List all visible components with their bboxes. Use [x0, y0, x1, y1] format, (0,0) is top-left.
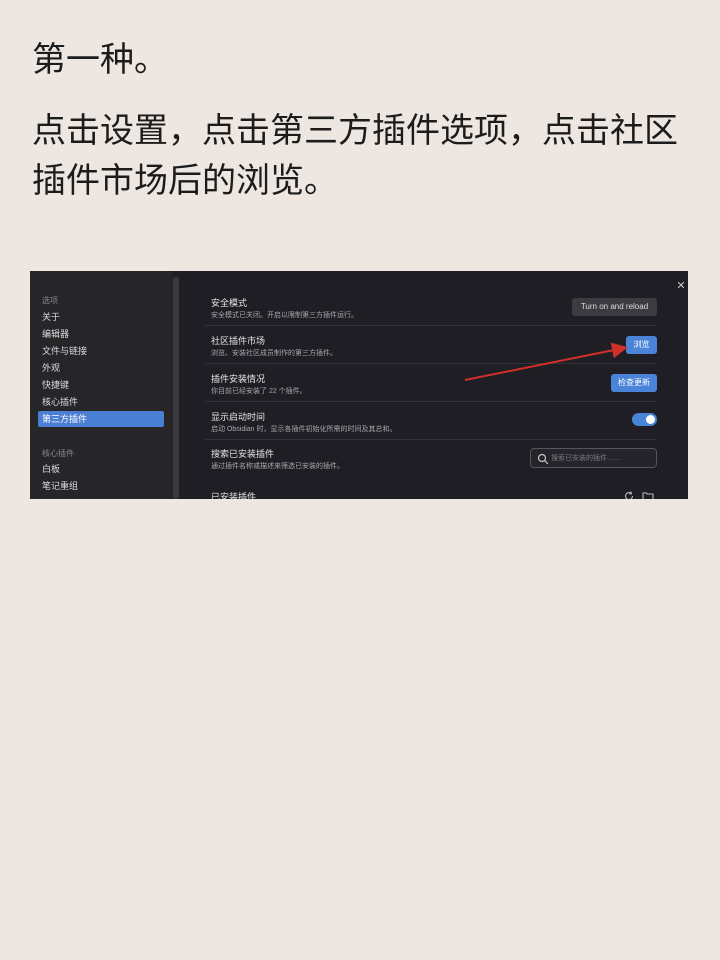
annotation-arrow [464, 342, 628, 381]
instruction-text: 点击设置，点击第三方插件选项，点击社区插件市场后的浏览。 [32, 111, 678, 201]
page-heading: 第一种。 [32, 40, 168, 80]
settings-screenshot: 选项 关于 编辑器 文件与链接 外观 快捷键 核心插件 第三方插件 核心插件 白… [30, 271, 688, 499]
